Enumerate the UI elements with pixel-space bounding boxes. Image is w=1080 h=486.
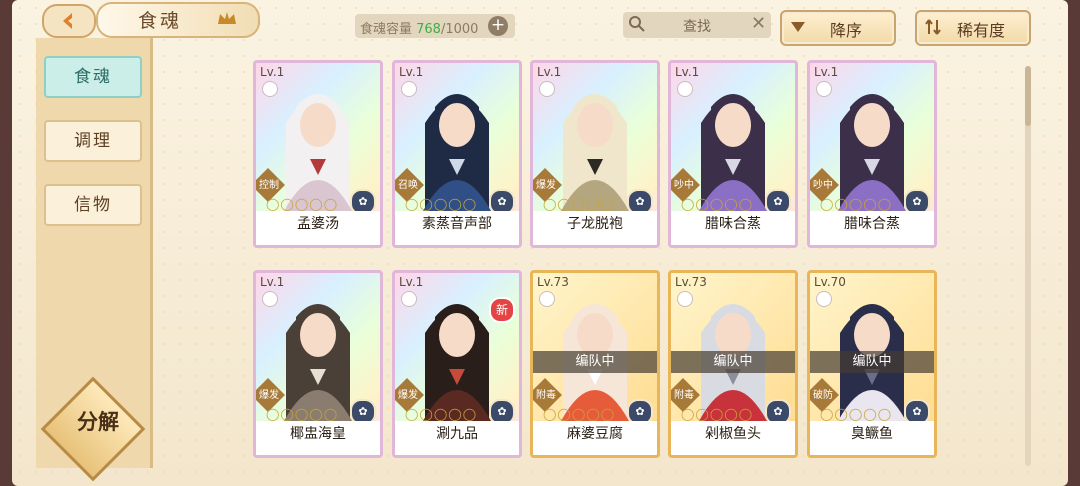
card-level: Lv.1 [814,65,839,79]
star-row: ◯◯◯◯◯ [543,407,616,421]
clear-search-icon[interactable]: ✕ [751,13,766,34]
in-team-label: 编队中 [671,351,795,373]
search-placeholder: 查找 [683,19,711,35]
element-ring-icon [677,81,693,97]
sort-down-icon [791,22,805,32]
sort-field-label: 稀有度 [957,21,1006,40]
character-name: 腊味合蒸 [705,216,761,232]
character-name: 剁椒鱼头 [705,426,761,442]
card-level: Lv.1 [399,275,424,289]
element-ring-icon [816,291,832,307]
star-row: ◯◯◯◯◯ [681,407,754,421]
role-label: 爆发 [398,390,418,401]
element-ring-icon [539,81,555,97]
role-label: 爆发 [259,390,279,401]
character-name: 椰盅海皇 [290,426,346,442]
star-row: ◯◯◯◯◯ [405,407,478,421]
card-level: Lv.73 [675,275,707,289]
page-title: 食魂 [138,10,183,32]
card-level: Lv.1 [260,275,285,289]
character-name: 麻婆豆腐 [567,426,623,442]
capacity-total: /1000 [440,22,479,37]
star-row: ◯◯◯◯◯ [405,197,478,211]
role-label: 爆发 [536,180,556,191]
star-row: ◯◯◯◯◯ [266,407,339,421]
crown-icon[interactable] [216,10,238,26]
role-label: 附毒 [674,390,694,401]
capacity-current: 768 [416,22,441,37]
character-card[interactable]: Lv.1 爆发 ◯◯◯◯◯ ✿ 椰盅海皇 [253,270,383,458]
character-name: 孟婆汤 [297,216,339,232]
character-name: 素蒸音声部 [422,216,492,232]
card-level: Lv.1 [537,65,562,79]
element-ring-icon [401,81,417,97]
role-label: 控制 [259,180,279,191]
character-card[interactable]: Lv.1 新 爆发 ◯◯◯◯◯ ✿ 涮九品 [392,270,522,458]
star-row: ◯◯◯◯◯ [681,197,754,211]
card-level: Lv.73 [537,275,569,289]
character-name: 涮九品 [436,426,478,442]
element-ring-icon [262,291,278,307]
sort-order-label: 降序 [830,21,863,40]
role-label: 吵中 [674,180,694,191]
card-level: Lv.1 [399,65,424,79]
character-card[interactable]: Lv.1 吵中 ◯◯◯◯◯ ✿ 腊味合蒸 [807,60,937,248]
character-card[interactable]: Lv.70 编队中 破防 ◯◯◯◯◯ ✿ 臭鳜鱼 [807,270,937,458]
in-team-label: 编队中 [810,351,934,373]
card-level: Lv.1 [675,65,700,79]
back-button[interactable] [42,4,96,38]
sidebar-item-souls[interactable]: 食魂 [44,56,142,98]
search-icon [629,16,645,32]
star-row: ◯◯◯◯◯ [820,407,893,421]
character-card[interactable]: Lv.1 爆发 ◯◯◯◯◯ ✿ 子龙脱袍 [530,60,660,248]
character-card[interactable]: Lv.73 编队中 附毒 ◯◯◯◯◯ ✿ 麻婆豆腐 [530,270,660,458]
sidebar-item-cook[interactable]: 调理 [44,120,142,162]
new-badge: 新 [489,297,515,323]
role-label: 召唤 [398,180,418,191]
scrollbar-thumb[interactable] [1025,66,1031,126]
add-capacity-button[interactable]: + [488,16,508,36]
character-name: 臭鳜鱼 [851,426,893,442]
capacity-label: 食魂容量 768/1000 [360,18,478,37]
card-level: Lv.1 [260,65,285,79]
role-label: 破防 [813,390,833,401]
star-row: ◯◯◯◯◯ [543,197,616,211]
card-level: Lv.70 [814,275,846,289]
capacity-text: 食魂容量 [360,22,417,37]
character-card[interactable]: Lv.1 吵中 ◯◯◯◯◯ ✿ 腊味合蒸 [668,60,798,248]
sort-swap-icon [925,19,941,35]
decompose-label: 分解 [77,410,119,434]
role-label: 附毒 [536,390,556,401]
scrollbar-track[interactable] [1025,66,1031,466]
character-card[interactable]: Lv.1 控制 ◯◯◯◯◯ ✿ 孟婆汤 [253,60,383,248]
star-row: ◯◯◯◯◯ [820,197,893,211]
element-ring-icon [677,291,693,307]
element-ring-icon [401,291,417,307]
sidebar-item-tokens[interactable]: 信物 [44,184,142,226]
character-name: 子龙脱袍 [567,216,623,232]
character-name: 腊味合蒸 [844,216,900,232]
in-team-label: 编队中 [533,351,657,373]
element-ring-icon [539,291,555,307]
element-ring-icon [816,81,832,97]
character-card[interactable]: Lv.1 召唤 ◯◯◯◯◯ ✿ 素蒸音声部 [392,60,522,248]
character-card[interactable]: Lv.73 编队中 附毒 ◯◯◯◯◯ ✿ 剁椒鱼头 [668,270,798,458]
role-label: 吵中 [813,180,833,191]
star-row: ◯◯◯◯◯ [266,197,339,211]
back-arrow-icon [63,13,72,29]
element-ring-icon [262,81,278,97]
